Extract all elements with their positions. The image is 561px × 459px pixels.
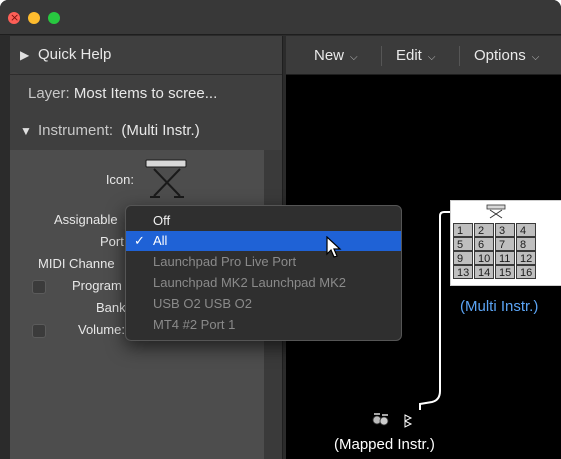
keyboard-stand-icon bbox=[486, 204, 506, 219]
quick-help-label: Quick Help bbox=[38, 46, 112, 63]
port-option-usb-o2: USB O2 USB O2 bbox=[126, 294, 401, 314]
instrument-header[interactable]: ▼ Instrument: (Multi Instr.) bbox=[10, 112, 282, 151]
mapped-instrument-label[interactable]: (Mapped Instr.) bbox=[334, 436, 435, 453]
volume-label: Volume: bbox=[78, 322, 125, 337]
volume-checkbox[interactable] bbox=[32, 324, 46, 338]
port-option-label: MT4 #2 Port 1 bbox=[153, 317, 236, 332]
title-bar: × bbox=[0, 0, 561, 35]
close-window-button[interactable]: × bbox=[8, 11, 20, 24]
minimize-window-button[interactable] bbox=[28, 12, 40, 24]
disclosure-triangle-icon[interactable]: ▶ bbox=[20, 36, 29, 74]
output-port-icon[interactable] bbox=[404, 414, 414, 428]
channel-cell[interactable]: 3 bbox=[495, 223, 515, 237]
port-option-label: Off bbox=[153, 213, 171, 228]
bank-label: Bank bbox=[96, 300, 126, 315]
keyboard-stand-icon[interactable] bbox=[142, 156, 192, 200]
layer-row[interactable]: Layer: Most Items to scree... bbox=[10, 75, 282, 114]
channel-cell[interactable]: 12 bbox=[516, 251, 536, 265]
channel-cell[interactable]: 15 bbox=[495, 265, 515, 279]
program-label: Program bbox=[72, 278, 122, 293]
port-dropdown-menu[interactable]: Off ✓ All Launchpad Pro Live Port Launch… bbox=[125, 205, 402, 341]
port-label: Port bbox=[100, 234, 124, 249]
layer-label: Layer: bbox=[28, 85, 70, 102]
drum-kit-icon[interactable] bbox=[372, 412, 390, 426]
mouse-pointer-icon bbox=[326, 236, 342, 258]
channel-cell[interactable]: 2 bbox=[474, 223, 494, 237]
app-window: × ▶ Quick Help Layer: Most Items to scre… bbox=[0, 0, 561, 459]
channel-cell[interactable]: 6 bbox=[474, 237, 494, 251]
channel-cell[interactable]: 9 bbox=[453, 251, 473, 265]
channel-cell[interactable]: 11 bbox=[495, 251, 515, 265]
layer-value: Most Items to scree... bbox=[73, 85, 218, 102]
port-option-launchpad-pro: Launchpad Pro Live Port bbox=[126, 252, 401, 272]
channel-cell[interactable]: 16 bbox=[516, 265, 536, 279]
port-option-label: Launchpad MK2 Launchpad MK2 bbox=[153, 275, 346, 290]
midi-channel-label: MIDI Channe bbox=[38, 256, 115, 271]
quick-help-header[interactable]: ▶ Quick Help bbox=[10, 36, 282, 75]
zoom-window-button[interactable] bbox=[48, 12, 60, 24]
close-icon: × bbox=[10, 11, 20, 24]
checkmark-icon: ✓ bbox=[134, 233, 145, 248]
channel-cell[interactable]: 14 bbox=[474, 265, 494, 279]
icon-param-label: Icon: bbox=[105, 172, 134, 187]
channel-cell[interactable]: 13 bbox=[453, 265, 473, 279]
instrument-value: (Multi Instr.) bbox=[121, 122, 200, 139]
port-option-all[interactable]: ✓ All bbox=[126, 231, 401, 251]
port-option-mt4: MT4 #2 Port 1 bbox=[126, 315, 401, 335]
port-option-label: All bbox=[153, 233, 168, 248]
program-checkbox[interactable] bbox=[32, 280, 46, 294]
channel-cell[interactable]: 1 bbox=[453, 223, 473, 237]
port-option-label: Launchpad Pro Live Port bbox=[153, 254, 297, 269]
port-option-launchpad-mk2: Launchpad MK2 Launchpad MK2 bbox=[126, 273, 401, 293]
disclosure-triangle-expanded-icon[interactable]: ▼ bbox=[20, 112, 32, 150]
port-option-label: USB O2 USB O2 bbox=[153, 296, 252, 311]
assignable-label: Assignable bbox=[54, 212, 118, 227]
channel-cell[interactable]: 5 bbox=[453, 237, 473, 251]
instrument-text: Instrument: (Multi Instr.) bbox=[38, 112, 200, 150]
instrument-label: Instrument: bbox=[38, 122, 114, 139]
channel-cell[interactable]: 10 bbox=[474, 251, 494, 265]
multi-instrument-object[interactable]: 1 2 3 4 5 6 7 8 9 10 11 12 13 14 15 16 bbox=[450, 200, 561, 286]
port-option-off[interactable]: Off bbox=[126, 211, 401, 231]
channel-cell[interactable]: 7 bbox=[495, 237, 515, 251]
channel-cell[interactable]: 4 bbox=[516, 223, 536, 237]
layer-text: Layer: Most Items to scree... bbox=[28, 75, 217, 113]
multi-instrument-label[interactable]: (Multi Instr.) bbox=[460, 298, 538, 315]
channel-cell[interactable]: 8 bbox=[516, 237, 536, 251]
